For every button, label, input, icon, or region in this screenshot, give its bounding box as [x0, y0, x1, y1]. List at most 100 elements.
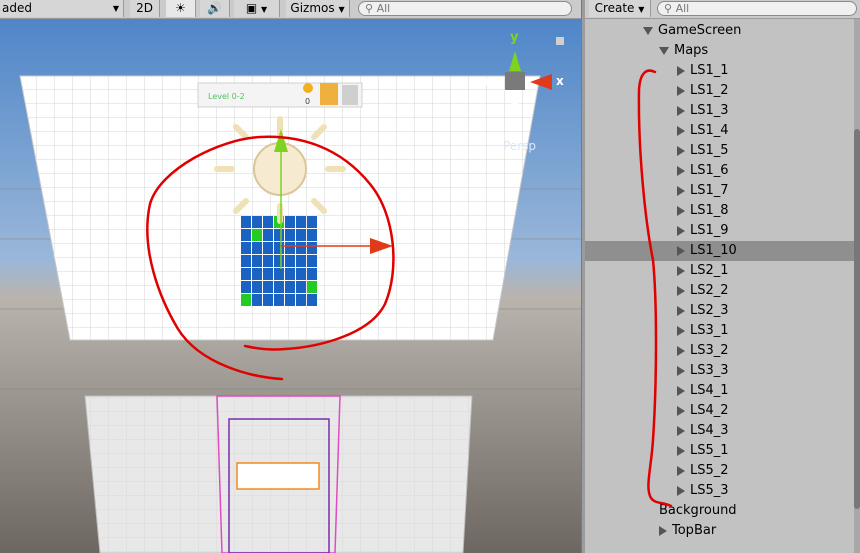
hierarchy-item[interactable]: LS5_1: [585, 441, 855, 461]
collapsed-arrow-icon[interactable]: [677, 65, 685, 76]
collapsed-arrow-icon[interactable]: [677, 145, 685, 156]
grid-tile[interactable]: [241, 242, 251, 254]
hierarchy-item[interactable]: TopBar: [585, 521, 855, 541]
grid-tile[interactable]: [252, 294, 262, 306]
collapsed-arrow-icon[interactable]: [677, 465, 685, 476]
tile-grid[interactable]: [241, 216, 317, 306]
gizmo-center-cube[interactable]: [505, 72, 525, 90]
hierarchy-item[interactable]: LS1_1: [585, 61, 855, 81]
grid-tile[interactable]: [296, 242, 306, 254]
hierarchy-item[interactable]: LS1_3: [585, 101, 855, 121]
grid-tile[interactable]: [274, 229, 284, 241]
grid-tile[interactable]: [307, 281, 317, 293]
hierarchy-item[interactable]: LS1_7: [585, 181, 855, 201]
grid-tile[interactable]: [241, 255, 251, 267]
grid-tile[interactable]: [274, 268, 284, 280]
grid-tile[interactable]: [241, 268, 251, 280]
grid-tile[interactable]: [285, 229, 295, 241]
collapsed-arrow-icon[interactable]: [677, 385, 685, 396]
collapsed-arrow-icon[interactable]: [677, 85, 685, 96]
grid-tile[interactable]: [263, 216, 273, 228]
collapsed-arrow-icon[interactable]: [677, 425, 685, 436]
grid-tile[interactable]: [296, 268, 306, 280]
create-dropdown[interactable]: Create ▼: [589, 0, 651, 17]
grid-tile[interactable]: [285, 268, 295, 280]
grid-tile[interactable]: [241, 281, 251, 293]
hierarchy-item[interactable]: LS3_3: [585, 361, 855, 381]
hierarchy-item[interactable]: LS1_2: [585, 81, 855, 101]
canvas-plane[interactable]: [84, 395, 473, 553]
grid-tile[interactable]: [241, 229, 251, 241]
grid-tile[interactable]: [307, 255, 317, 267]
grid-tile[interactable]: [285, 242, 295, 254]
collapsed-arrow-icon[interactable]: [677, 345, 685, 356]
collapsed-arrow-icon[interactable]: [659, 525, 667, 536]
hierarchy-item[interactable]: LS1_4: [585, 121, 855, 141]
hierarchy-item[interactable]: LS1_6: [585, 161, 855, 181]
grid-tile[interactable]: [307, 242, 317, 254]
grid-tile[interactable]: [285, 216, 295, 228]
hint-button[interactable]: [320, 83, 338, 105]
grid-tile[interactable]: [307, 216, 317, 228]
scene-lighting-toggle[interactable]: ☀: [166, 0, 196, 17]
hierarchy-item[interactable]: LS2_1: [585, 261, 855, 281]
gizmo-lock-icon[interactable]: [556, 37, 564, 45]
collapsed-arrow-icon[interactable]: [677, 485, 685, 496]
grid-tile[interactable]: [285, 255, 295, 267]
hierarchy-search-input[interactable]: ⚲ All: [657, 1, 857, 16]
collapsed-arrow-icon[interactable]: [677, 165, 685, 176]
grid-tile[interactable]: [263, 294, 273, 306]
grid-tile[interactable]: [296, 216, 306, 228]
collapsed-arrow-icon[interactable]: [677, 325, 685, 336]
hierarchy-item[interactable]: LS3_2: [585, 341, 855, 361]
hierarchy-item[interactable]: Background: [585, 501, 855, 521]
game-topbar[interactable]: Level 0-2 0: [197, 82, 363, 108]
pause-button[interactable]: [342, 85, 358, 105]
hierarchy-item[interactable]: LS1_9: [585, 221, 855, 241]
grid-tile[interactable]: [274, 294, 284, 306]
hierarchy-item[interactable]: LS2_3: [585, 301, 855, 321]
hierarchy-item[interactable]: LS4_2: [585, 401, 855, 421]
hierarchy-item[interactable]: LS4_3: [585, 421, 855, 441]
expanded-arrow-icon[interactable]: [659, 46, 669, 55]
effects-dropdown[interactable]: ▣ ▼: [234, 0, 280, 17]
grid-tile[interactable]: [285, 281, 295, 293]
grid-tile[interactable]: [241, 216, 251, 228]
grid-tile[interactable]: [307, 268, 317, 280]
grid-tile[interactable]: [263, 242, 273, 254]
grid-tile[interactable]: [252, 281, 262, 293]
hierarchy-item[interactable]: LS1_10: [585, 241, 855, 261]
grid-tile[interactable]: [307, 294, 317, 306]
grid-tile[interactable]: [296, 281, 306, 293]
grid-tile[interactable]: [307, 229, 317, 241]
grid-tile[interactable]: [274, 281, 284, 293]
hierarchy-item[interactable]: LS3_1: [585, 321, 855, 341]
collapsed-arrow-icon[interactable]: [677, 305, 685, 316]
grid-tile[interactable]: [263, 268, 273, 280]
collapsed-arrow-icon[interactable]: [677, 365, 685, 376]
hierarchy-scrollbar[interactable]: [854, 19, 860, 553]
hierarchy-item[interactable]: LS1_8: [585, 201, 855, 221]
collapsed-arrow-icon[interactable]: [677, 205, 685, 216]
hierarchy-item[interactable]: LS5_2: [585, 461, 855, 481]
hierarchy-item[interactable]: LS1_5: [585, 141, 855, 161]
collapsed-arrow-icon[interactable]: [677, 105, 685, 116]
grid-tile[interactable]: [252, 229, 262, 241]
grid-tile[interactable]: [252, 268, 262, 280]
persp-label[interactable]: Persp: [503, 139, 536, 153]
hierarchy-item[interactable]: Maps: [585, 41, 855, 61]
gizmos-dropdown[interactable]: Gizmos ▼: [286, 0, 350, 17]
collapsed-arrow-icon[interactable]: [677, 285, 685, 296]
grid-tile[interactable]: [252, 255, 262, 267]
collapsed-arrow-icon[interactable]: [677, 265, 685, 276]
grid-tile[interactable]: [274, 255, 284, 267]
collapsed-arrow-icon[interactable]: [677, 405, 685, 416]
collapsed-arrow-icon[interactable]: [677, 125, 685, 136]
hierarchy-item[interactable]: LS2_2: [585, 281, 855, 301]
hierarchy-item[interactable]: GameScreen: [585, 21, 855, 41]
expanded-arrow-icon[interactable]: [643, 26, 653, 35]
grid-tile[interactable]: [263, 281, 273, 293]
hierarchy-item[interactable]: LS5_3: [585, 481, 855, 501]
scene-search-input[interactable]: ⚲ All: [358, 1, 572, 16]
scrollbar-thumb[interactable]: [854, 129, 860, 509]
